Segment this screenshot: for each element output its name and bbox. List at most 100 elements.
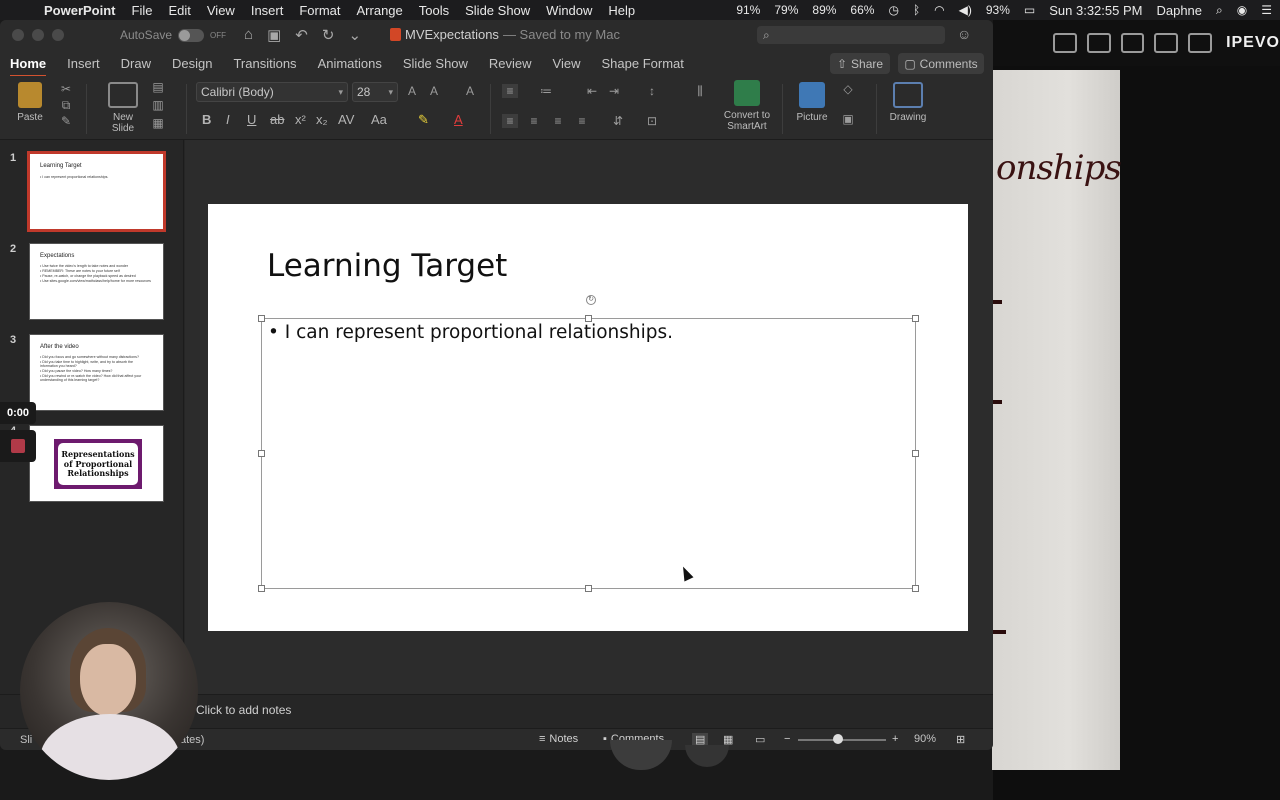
text-direction-icon[interactable]: ⇵ [610,114,626,128]
save-icon[interactable]: ▣ [267,26,281,44]
tab-design[interactable]: Design [172,56,212,71]
clear-formatting-icon[interactable]: A [462,84,478,98]
resize-handle-se[interactable] [912,585,919,592]
text-box-icon[interactable]: ▣ [840,112,856,126]
align-center-icon[interactable]: ≡ [526,114,542,128]
bullet-item[interactable]: • I can represent proportional relations… [268,322,673,343]
export-icon[interactable] [1053,33,1077,53]
tab-slide-show[interactable]: Slide Show [403,56,468,71]
font-size-select[interactable]: 28 ▾ [352,82,398,102]
zoom-window-button[interactable] [52,29,64,41]
reset-icon[interactable]: ▥ [150,98,166,112]
zoom-percentage[interactable]: 90% [914,733,936,745]
stop-recording-button[interactable] [0,430,36,462]
fit-to-window-icon[interactable]: ⊞ [956,733,965,746]
columns-icon[interactable]: ⫼ [692,84,708,98]
user-name[interactable]: Daphne [1156,3,1202,18]
underline-icon[interactable]: U [247,112,256,127]
menu-insert[interactable]: Insert [251,3,284,18]
character-spacing-icon[interactable]: AV [338,112,354,127]
change-case-icon[interactable]: Aa [371,112,387,127]
status-stat-1[interactable]: 91% [736,3,760,17]
font-name-select[interactable]: Calibri (Body) ▾ [196,82,348,102]
picture-button[interactable]: Picture [792,82,832,123]
menu-slide-show[interactable]: Slide Show [465,3,530,18]
layout-icon[interactable]: ▤ [150,80,166,94]
clock[interactable]: Sun 3:32:55 PM [1049,3,1142,18]
notification-center-icon[interactable]: ☰ [1261,3,1272,17]
italic-icon[interactable]: I [226,112,230,127]
tab-animations[interactable]: Animations [318,56,382,71]
resize-handle-ne[interactable] [912,315,919,322]
resize-handle-w[interactable] [258,450,265,457]
format-painter-icon[interactable]: ✎ [58,114,74,128]
wifi-icon[interactable]: ◠ [934,3,944,17]
line-spacing-icon[interactable]: ↕ [644,84,660,98]
menu-edit[interactable]: Edit [168,3,190,18]
resize-handle-nw[interactable] [258,315,265,322]
spotlight-search-icon[interactable]: ⌕ [1216,3,1223,18]
redo-icon[interactable]: ↻ [322,26,335,44]
slide-title[interactable]: Learning Target [267,248,507,284]
menu-format[interactable]: Format [299,3,340,18]
new-slide-button[interactable]: New Slide [102,82,144,134]
status-stat-3[interactable]: 89% [812,3,836,17]
tab-view[interactable]: View [553,56,581,71]
split-view-icon[interactable] [1086,33,1111,53]
tab-insert[interactable]: Insert [67,56,100,71]
home-icon[interactable]: ⌂ [244,26,253,44]
menu-tools[interactable]: Tools [419,3,449,18]
app-menu[interactable]: PowerPoint [44,3,116,18]
share-button[interactable]: ⇧ Share [830,53,890,74]
increase-indent-icon[interactable]: ⇥ [606,84,622,98]
align-text-icon[interactable]: ⊡ [644,114,660,128]
justify-icon[interactable]: ≡ [574,114,590,128]
align-right-icon[interactable]: ≡ [550,114,566,128]
cut-icon[interactable]: ✂ [58,82,74,96]
autosave-control[interactable]: AutoSave OFF [120,28,226,42]
tab-review[interactable]: Review [489,56,532,71]
tab-draw[interactable]: Draw [121,56,151,71]
content-placeholder[interactable]: • I can represent proportional relations… [258,295,919,592]
shapes-icon[interactable]: ◇ [840,82,856,96]
menu-file[interactable]: File [132,3,153,18]
zoom-in-icon[interactable]: + [892,733,898,745]
feedback-smiley-icon[interactable]: ☺ [957,26,971,42]
comments-button[interactable]: ▢ Comments [898,53,984,74]
menu-window[interactable]: Window [546,3,592,18]
volume-icon[interactable]: ◀) [959,3,972,17]
status-stat-2[interactable]: 79% [774,3,798,17]
settings-icon[interactable] [1188,33,1213,53]
strikethrough-icon[interactable]: ab [270,112,284,127]
notes-toggle-button[interactable]: ≡ Notes [539,733,578,745]
decrease-font-icon[interactable]: A [426,84,442,98]
slide-thumbnail-4[interactable]: Representations of Proportional Relation… [29,425,164,502]
time-machine-icon[interactable]: ◷ [888,3,898,17]
decrease-indent-icon[interactable]: ⇤ [584,84,600,98]
status-stat-4[interactable]: 66% [850,3,874,17]
bold-icon[interactable]: B [202,112,211,127]
rotate-handle-icon[interactable]: ↻ [586,295,596,305]
bullets-icon[interactable]: ≡ [502,84,518,98]
paste-button[interactable]: Paste [10,82,50,123]
subscript-icon[interactable]: x₂ [316,112,328,127]
battery-percent[interactable]: 93% [986,3,1010,17]
undo-icon[interactable]: ↶ [295,26,308,44]
section-icon[interactable]: ▦ [150,116,166,130]
highlight-icon[interactable]: ✎ [418,112,429,128]
autosave-toggle[interactable] [178,28,205,42]
tab-home[interactable]: Home [10,56,47,77]
tab-transitions[interactable]: Transitions [233,56,296,71]
font-color-icon[interactable]: A [454,112,463,127]
search-field[interactable]: ⌕ [757,26,945,44]
resize-handle-n[interactable] [585,315,592,322]
reading-view-icon[interactable]: ▭ [755,733,765,746]
resize-handle-e[interactable] [912,450,919,457]
battery-icon[interactable]: ▭ [1024,3,1035,17]
webcam-bubble[interactable] [20,602,198,780]
align-left-icon[interactable]: ≡ [502,114,518,128]
close-window-button[interactable] [12,29,24,41]
menu-view[interactable]: View [207,3,235,18]
slide-thumbnail-1[interactable]: Learning Target • I can represent propor… [27,151,166,232]
menu-arrange[interactable]: Arrange [357,3,403,18]
